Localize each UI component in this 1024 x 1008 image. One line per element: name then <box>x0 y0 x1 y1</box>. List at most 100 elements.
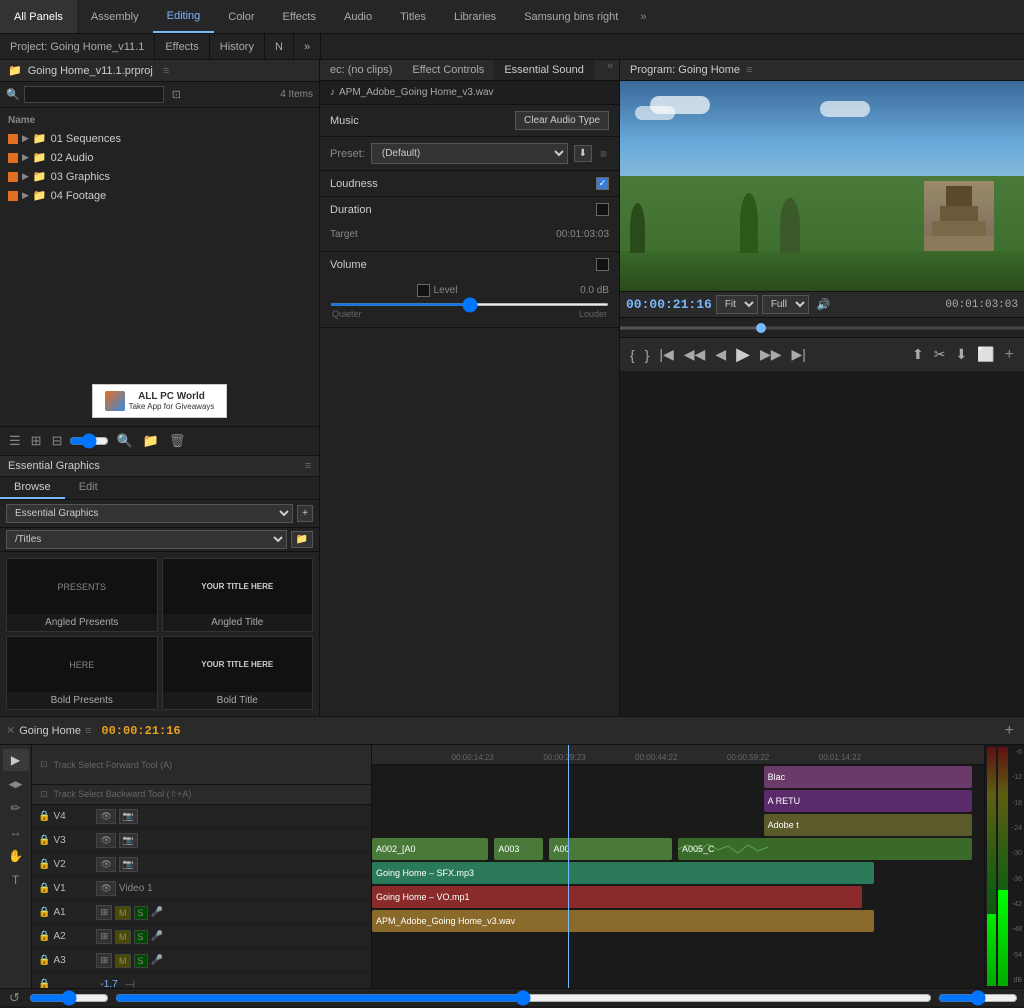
es-loudness-checkbox[interactable]: ✓ <box>596 177 609 190</box>
tool-hand[interactable]: ✋ <box>3 845 29 867</box>
middle-tabs-more[interactable]: » <box>601 60 619 80</box>
v2-camera-btn[interactable]: 📷 <box>119 857 138 872</box>
tl-track-v4[interactable]: Blac <box>372 765 984 789</box>
tab-more[interactable]: » <box>294 34 321 59</box>
full-select[interactable]: Full <box>762 295 809 314</box>
tl-clip-a2-vo[interactable]: Going Home – VO.mp1 <box>372 886 862 908</box>
a2-expand-btn[interactable]: ⊞ <box>96 929 112 944</box>
tree-item-03-graphics[interactable]: ▶ 📁 03 Graphics <box>0 167 319 186</box>
nav-more-btn[interactable]: » <box>632 11 654 23</box>
a2-m-btn[interactable]: M <box>115 930 131 944</box>
v4-camera-btn[interactable]: 📷 <box>119 809 138 824</box>
tool-roll[interactable]: ↔ <box>3 821 29 843</box>
eg-browse-btn[interactable]: 📁 <box>291 531 313 548</box>
a1-s-btn[interactable]: S <box>134 906 148 920</box>
zoom-slider[interactable] <box>69 433 109 449</box>
nav-editing[interactable]: Editing <box>153 0 215 33</box>
browse-icon[interactable]: ⊡ <box>172 88 181 101</box>
list-view-btn[interactable]: ☰ <box>6 431 24 451</box>
eg-path-dropdown[interactable]: /Titles <box>6 530 287 549</box>
tab-essential-sound[interactable]: Essential Sound <box>494 60 594 80</box>
es-section-duration-header[interactable]: Duration <box>320 197 619 222</box>
delete-btn[interactable]: 🗑 <box>166 431 189 451</box>
tab-effects[interactable]: Effects <box>155 34 209 59</box>
es-volume-checkbox[interactable] <box>596 258 609 271</box>
playback-bar[interactable] <box>620 317 1024 337</box>
folder-btn[interactable]: 📁 <box>140 431 162 451</box>
eg-card-bold-presents[interactable]: HERE Bold Presents <box>6 636 158 710</box>
play-btn[interactable]: ▶ <box>732 342 754 367</box>
tl-track-a1[interactable]: Going Home – SFX.mp3 <box>372 861 984 885</box>
tl-scrollbar[interactable] <box>115 990 932 1006</box>
tab-effect-controls[interactable]: Effect Controls <box>402 60 494 80</box>
tl-loop-btn[interactable]: ↺ <box>6 988 23 1008</box>
lock-icon-a2[interactable]: 🔒 <box>38 931 50 942</box>
tl-clip-v1-a002[interactable]: A002_[A0 <box>372 838 488 860</box>
tl-clip-a1-sfx[interactable]: Going Home – SFX.mp3 <box>372 862 874 884</box>
grid-view-btn[interactable]: ⊞ <box>28 431 45 451</box>
program-menu-icon[interactable]: ≡ <box>746 64 752 76</box>
expand-arrow[interactable]: ▶ <box>22 190 29 201</box>
freeform-btn[interactable]: ⊟ <box>49 431 66 451</box>
v3-camera-btn[interactable]: 📷 <box>119 833 138 848</box>
tab-project[interactable]: Project: Going Home_v11.1 <box>0 34 155 59</box>
pb-playhead[interactable] <box>756 323 766 333</box>
expand-arrow[interactable]: ▶ <box>22 133 29 144</box>
tool-ripple[interactable]: ✏ <box>3 797 29 819</box>
tab-n[interactable]: N <box>265 34 294 59</box>
nav-assembly[interactable]: Assembly <box>77 0 153 33</box>
tl-clip-v2-adobe[interactable]: Adobe t <box>764 814 972 836</box>
project-menu-icon[interactable]: ≡ <box>163 65 169 77</box>
lift-btn[interactable]: ⬆ <box>908 344 928 365</box>
tree-item-01-sequences[interactable]: ▶ 📁 01 Sequences <box>0 129 319 148</box>
extract-btn[interactable]: ✂ <box>930 344 950 365</box>
es-level-checkbox[interactable] <box>417 284 430 297</box>
nav-color[interactable]: Color <box>214 0 268 33</box>
v1-eye-btn[interactable]: 👁 <box>96 881 115 896</box>
nav-titles[interactable]: Titles <box>386 0 440 33</box>
lock-icon-a1[interactable]: 🔒 <box>38 907 50 918</box>
tl-clip-a3-apm[interactable]: APM_Adobe_Going Home_v3.wav <box>372 910 874 932</box>
eg-tab-browse[interactable]: Browse <box>0 477 65 499</box>
eg-tab-edit[interactable]: Edit <box>65 477 112 499</box>
lock-icon-a3[interactable]: 🔒 <box>38 955 50 966</box>
a1-m-btn[interactable]: M <box>115 906 131 920</box>
lock-icon-master[interactable]: 🔒 <box>38 979 50 988</box>
mark-out-btn[interactable]: } <box>641 345 654 365</box>
v2-eye-btn[interactable]: 👁 <box>96 857 115 872</box>
eg-card-angled-title[interactable]: YOUR TITLE HERE Angled Title <box>162 558 314 632</box>
lock-icon-v3[interactable]: 🔒 <box>38 835 50 846</box>
a3-m-btn[interactable]: M <box>115 954 131 968</box>
a3-s-btn[interactable]: S <box>134 954 148 968</box>
goto-out-btn[interactable]: ▶| <box>788 344 810 365</box>
nav-libraries[interactable]: Libraries <box>440 0 510 33</box>
tl-clip-v1-a00[interactable]: A00 <box>549 838 671 860</box>
es-clear-btn[interactable]: Clear Audio Type <box>515 111 609 130</box>
tool-select-backward[interactable]: ◀▶ <box>3 773 29 795</box>
es-preset-menu-btn[interactable]: ≡ <box>598 145 609 163</box>
tl-scroll-right[interactable] <box>938 990 1018 1006</box>
nav-samsung[interactable]: Samsung bins right <box>510 0 632 33</box>
nav-all-panels[interactable]: All Panels <box>0 0 77 33</box>
es-volume-slider[interactable] <box>330 303 609 306</box>
es-section-loudness-header[interactable]: Loudness ✓ <box>320 171 619 196</box>
expand-arrow[interactable]: ▶ <box>22 152 29 163</box>
tl-track-v3[interactable]: A RETU <box>372 789 984 813</box>
nav-effects[interactable]: Effects <box>269 0 330 33</box>
eg-menu-icon[interactable]: ≡ <box>305 460 311 472</box>
tl-menu-icon[interactable]: ≡ <box>85 725 91 737</box>
tl-clip-v4-blac[interactable]: Blac <box>764 766 972 788</box>
nav-audio[interactable]: Audio <box>330 0 386 33</box>
lock-icon-v1[interactable]: 🔒 <box>38 883 50 894</box>
export-btn[interactable]: ⬇ <box>951 344 971 365</box>
tool-type[interactable]: T <box>3 869 29 891</box>
tl-track-v1[interactable]: A002_[A0 A003 A00 A005_C <box>372 837 984 861</box>
play-prev-btn[interactable]: ◀ <box>711 344 730 365</box>
tl-track-a2[interactable]: Going Home – VO.mp1 <box>372 885 984 909</box>
tab-no-clips[interactable]: ec: (no clips) <box>320 60 402 80</box>
tl-close-btn[interactable]: ✕ <box>6 724 15 737</box>
eg-dropdown-main[interactable]: Essential Graphics <box>6 504 293 523</box>
search-input[interactable] <box>24 86 164 103</box>
play-next-btn[interactable]: ▶▶ <box>756 344 786 365</box>
add-btn[interactable]: + <box>1001 346 1018 364</box>
